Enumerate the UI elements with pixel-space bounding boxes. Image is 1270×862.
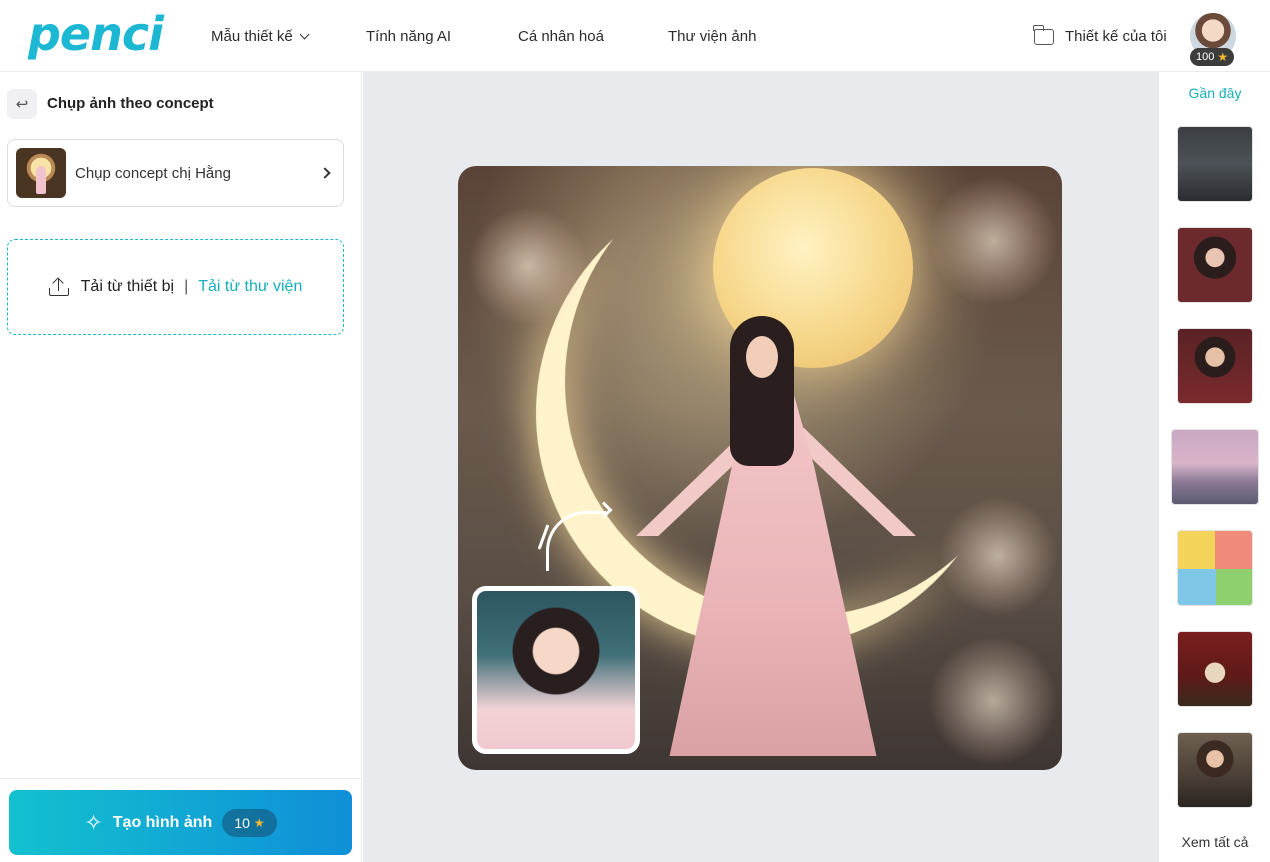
credit-badge: 100 ★: [1190, 48, 1235, 66]
recent-thumbnail[interactable]: [1177, 227, 1253, 303]
nav-templates-label: Mẫu thiết kế: [211, 27, 293, 45]
my-designs-label: Thiết kế của tôi: [1065, 27, 1167, 45]
flower-graphic: [928, 636, 1058, 766]
create-image-label: Tạo hình ảnh: [112, 813, 213, 831]
back-arrow-icon: ↩: [15, 96, 29, 113]
recent-thumbnail[interactable]: [1177, 126, 1253, 202]
star-icon: ★: [1217, 50, 1229, 64]
create-image-button[interactable]: ✧ Tạo hình ảnh 10 ★: [9, 790, 352, 855]
nav-ai-features[interactable]: Tính năng AI: [366, 0, 451, 72]
my-designs-link[interactable]: Thiết kế của tôi: [1033, 0, 1167, 72]
see-all-link[interactable]: Xem tất cả: [1159, 834, 1270, 850]
sparkle-icon: ✧: [84, 809, 103, 835]
recent-title: Gần đây: [1188, 85, 1242, 101]
flower-graphic: [928, 176, 1058, 306]
upload-icon: [48, 277, 69, 296]
recent-thumbnail[interactable]: [1177, 530, 1253, 606]
chevron-right-icon: [319, 167, 331, 179]
folder-icon: [1033, 25, 1054, 45]
nav-photo-library[interactable]: Thư viện ảnh: [668, 0, 756, 72]
flower-graphic: [468, 206, 588, 326]
back-button[interactable]: ↩: [7, 89, 37, 119]
top-header: penci Mẫu thiết kế Tính năng AI Cá nhân …: [0, 0, 1270, 72]
concept-selector[interactable]: Chụp concept chị Hằng: [7, 139, 344, 207]
recent-thumbnail[interactable]: [1171, 429, 1259, 505]
upload-separator: |: [184, 278, 189, 295]
nav-ai-features-label: Tính năng AI: [366, 27, 452, 45]
cost-value: 10: [234, 814, 250, 831]
curved-arrow-icon: [546, 511, 606, 571]
concept-label: Chụp concept chị Hằng: [75, 164, 231, 182]
upload-from-device-link[interactable]: Tải từ thiết bị: [81, 278, 174, 296]
left-panel: ↩ Chụp ảnh theo concept Chụp concept chị…: [0, 72, 362, 862]
nav-personalize-label: Cá nhân hoá: [518, 27, 604, 45]
panel-title: Chụp ảnh theo concept: [47, 95, 214, 112]
preview-canvas: [363, 72, 1158, 862]
nav-templates[interactable]: Mẫu thiết kế: [211, 0, 310, 72]
chevron-down-icon: [299, 29, 310, 39]
nav-personalize[interactable]: Cá nhân hoá: [518, 0, 604, 72]
flower-graphic: [938, 496, 1058, 616]
credit-count: 100: [1196, 51, 1215, 63]
left-footer: ✧ Tạo hình ảnh 10 ★: [0, 778, 361, 862]
recent-panel: Gần đây Xem tất cả: [1158, 72, 1270, 862]
figure-face-graphic: [746, 336, 778, 378]
nav-photo-library-label: Thư viện ảnh: [668, 27, 757, 45]
concept-preview-image: [458, 166, 1062, 770]
upload-from-library-link[interactable]: Tải từ thư viện: [198, 278, 302, 296]
concept-thumbnail: [16, 148, 66, 198]
penci-logo[interactable]: penci: [28, 8, 164, 60]
recent-thumbnail[interactable]: [1177, 631, 1253, 707]
reference-photo: [472, 586, 640, 754]
recent-thumbnail[interactable]: [1177, 328, 1253, 404]
cost-badge: 10 ★: [222, 808, 277, 837]
recent-thumbnail[interactable]: [1177, 732, 1253, 808]
star-icon: ★: [253, 815, 265, 830]
upload-dropzone[interactable]: Tải từ thiết bị | Tải từ thư viện: [7, 239, 344, 335]
